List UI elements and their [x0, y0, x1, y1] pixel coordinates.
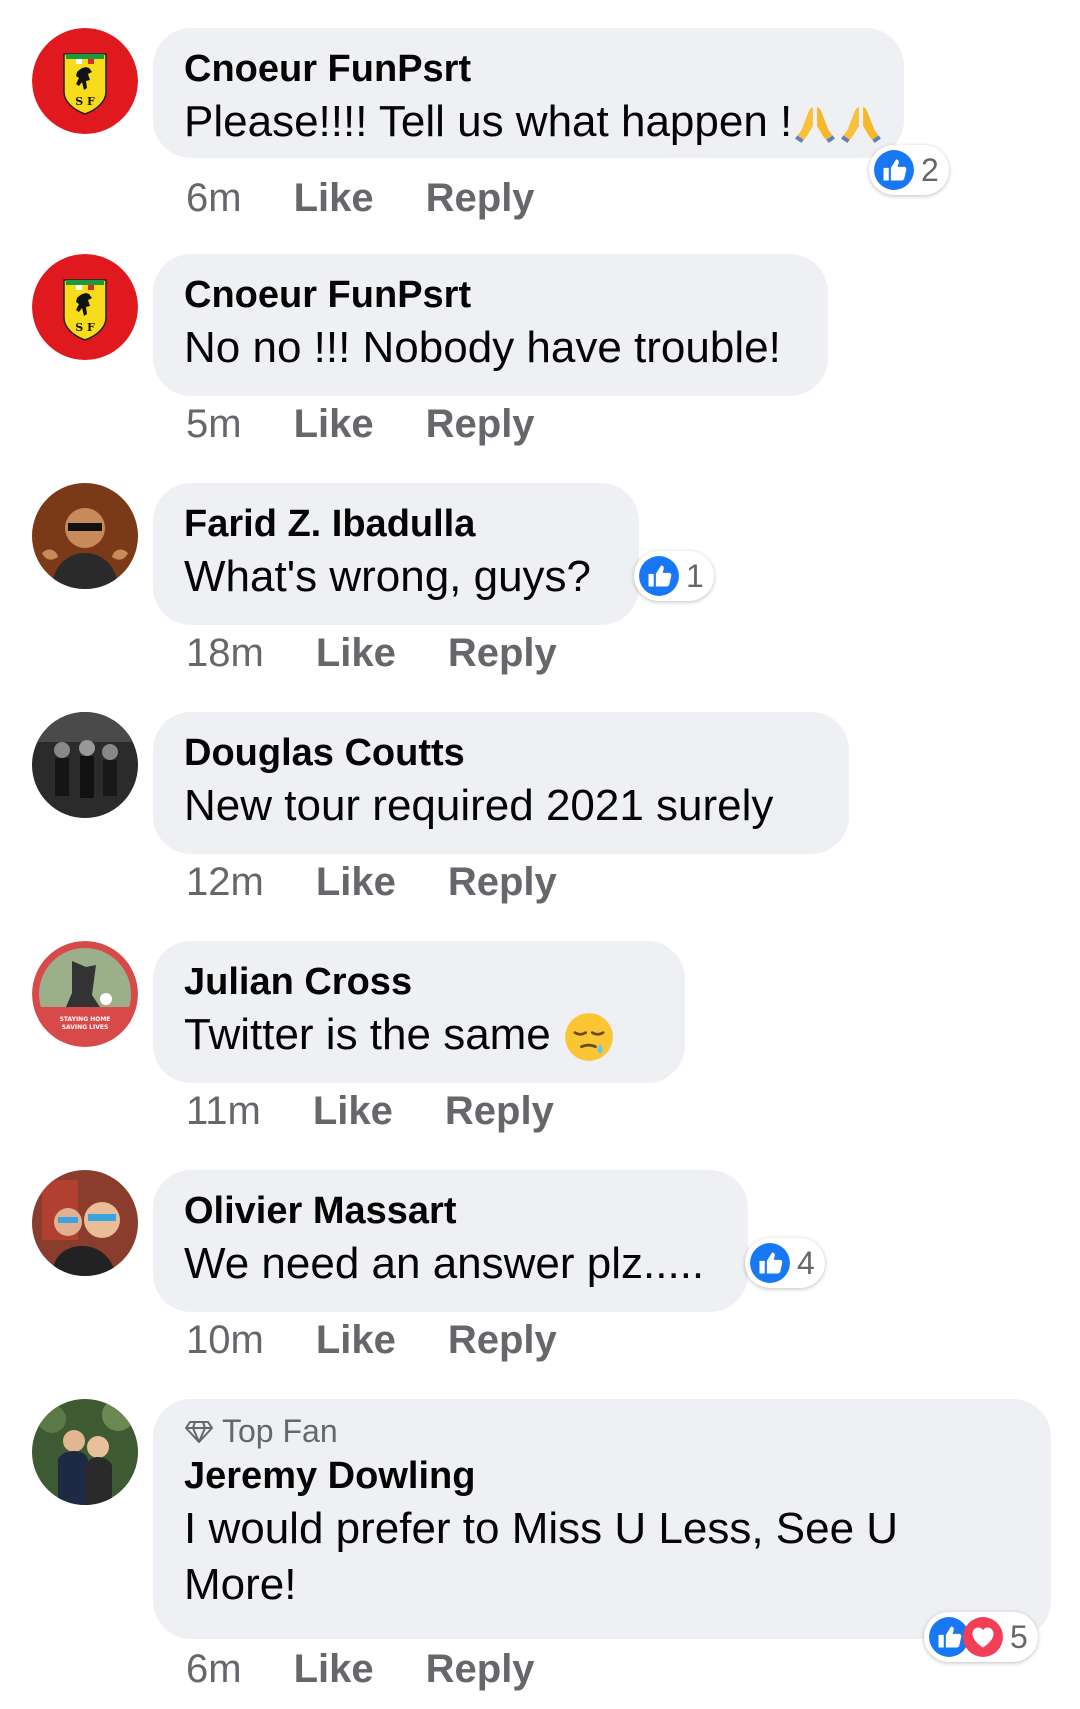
timestamp[interactable]: 18m: [186, 631, 264, 676]
like-button[interactable]: Like: [316, 1318, 396, 1363]
like-button[interactable]: Like: [316, 631, 396, 676]
reaction-count-value: 1: [686, 557, 704, 594]
comment-body: Please!!!! Tell us what happen !: [184, 97, 793, 146]
reaction-count[interactable]: 2: [869, 145, 949, 195]
comment-actions: 10m Like Reply: [186, 1318, 557, 1363]
reply-button[interactable]: Reply: [426, 176, 535, 221]
author-name[interactable]: Cnoeur FunPsrt: [184, 44, 874, 94]
svg-text:STAYING HOME: STAYING HOME: [60, 1016, 111, 1023]
comment-actions: 18m Like Reply: [186, 631, 557, 676]
like-button[interactable]: Like: [294, 1647, 374, 1692]
timestamp[interactable]: 5m: [186, 402, 242, 447]
reply-button[interactable]: Reply: [448, 860, 557, 905]
profile-photo: [32, 1170, 138, 1276]
author-name[interactable]: Douglas Coutts: [184, 728, 819, 778]
comment-text: I would prefer to Miss U Less, See U Mor…: [184, 1504, 899, 1609]
comment-actions: 11m Like Reply: [186, 1089, 554, 1134]
folded-hands-icon: [838, 101, 884, 147]
reaction-count-value: 5: [1010, 1618, 1028, 1655]
folded-hands-icon: [792, 101, 838, 147]
reply-button[interactable]: Reply: [445, 1089, 554, 1134]
comment-text: Twitter is the same: [184, 1007, 655, 1063]
comment-bubble[interactable]: Olivier Massart We need an answer plz...…: [153, 1170, 748, 1312]
timestamp[interactable]: 6m: [186, 1647, 242, 1692]
timestamp[interactable]: 12m: [186, 860, 264, 905]
comment-text: Please!!!! Tell us what happen !: [184, 94, 874, 150]
comment-actions: 6m Like Reply: [186, 1647, 535, 1692]
timestamp[interactable]: 10m: [186, 1318, 264, 1363]
reaction-count[interactable]: 1: [634, 551, 714, 601]
reply-button[interactable]: Reply: [448, 1318, 557, 1363]
like-reaction-icon: [749, 1242, 791, 1284]
author-name[interactable]: Jeremy Dowling: [184, 1451, 1021, 1501]
comment-actions: 12m Like Reply: [186, 860, 557, 905]
comment-bubble[interactable]: Cnoeur FunPsrt No no !!! Nobody have tro…: [153, 254, 828, 396]
diamond-icon: [184, 1416, 214, 1446]
ferrari-logo-icon: [32, 254, 138, 360]
reaction-count[interactable]: 5: [924, 1612, 1038, 1662]
profile-photo: [32, 1399, 138, 1505]
reply-button[interactable]: Reply: [426, 402, 535, 447]
comment-bubble[interactable]: Cnoeur FunPsrt Please!!!! Tell us what h…: [153, 28, 904, 158]
like-button[interactable]: Like: [294, 402, 374, 447]
avatar[interactable]: [32, 1170, 138, 1276]
top-fan-badge[interactable]: Top Fan: [184, 1411, 1021, 1451]
avatar[interactable]: [32, 254, 138, 360]
like-reaction-icon: [638, 555, 680, 597]
comment-bubble[interactable]: Douglas Coutts New tour required 2021 su…: [153, 712, 849, 854]
reaction-count-value: 4: [797, 1244, 815, 1281]
like-reaction-icon: [873, 149, 915, 191]
profile-photo: STAYING HOME SAVING LIVES: [32, 941, 138, 1047]
comment-actions: 6m Like Reply: [186, 176, 535, 221]
sleepy-face-icon: [563, 1011, 615, 1063]
comment-text: What's wrong, guys?: [184, 552, 592, 601]
reaction-count[interactable]: 4: [745, 1238, 825, 1288]
comment-bubble[interactable]: Top Fan Jeremy Dowling I would prefer to…: [153, 1399, 1051, 1639]
avatar[interactable]: [32, 712, 138, 818]
profile-photo: [32, 712, 138, 818]
comment-actions: 5m Like Reply: [186, 402, 535, 447]
comment-text: We need an answer plz.....: [184, 1239, 705, 1288]
avatar[interactable]: [32, 483, 138, 589]
like-button[interactable]: Like: [316, 860, 396, 905]
comment-bubble[interactable]: Farid Z. Ibadulla What's wrong, guys?: [153, 483, 639, 625]
love-reaction-icon: [962, 1616, 1004, 1658]
author-name[interactable]: Olivier Massart: [184, 1186, 718, 1236]
reaction-count-value: 2: [921, 151, 939, 188]
author-name[interactable]: Cnoeur FunPsrt: [184, 270, 798, 320]
comment-body: Twitter is the same: [184, 1010, 551, 1059]
like-button[interactable]: Like: [313, 1089, 393, 1134]
comment-text: No no !!! Nobody have trouble!: [184, 323, 781, 372]
reply-button[interactable]: Reply: [426, 1647, 535, 1692]
timestamp[interactable]: 11m: [186, 1089, 261, 1134]
comment-bubble[interactable]: Julian Cross Twitter is the same: [153, 941, 685, 1083]
comment-text: New tour required 2021 surely: [184, 781, 774, 830]
timestamp[interactable]: 6m: [186, 176, 242, 221]
avatar[interactable]: [32, 28, 138, 134]
avatar[interactable]: [32, 1399, 138, 1505]
reply-button[interactable]: Reply: [448, 631, 557, 676]
ferrari-logo-icon: [32, 28, 138, 134]
svg-text:SAVING LIVES: SAVING LIVES: [62, 1024, 109, 1031]
top-fan-label: Top Fan: [222, 1413, 338, 1449]
like-button[interactable]: Like: [294, 176, 374, 221]
author-name[interactable]: Farid Z. Ibadulla: [184, 499, 609, 549]
profile-photo: [32, 483, 138, 589]
author-name[interactable]: Julian Cross: [184, 957, 655, 1007]
avatar[interactable]: STAYING HOME SAVING LIVES: [32, 941, 138, 1047]
